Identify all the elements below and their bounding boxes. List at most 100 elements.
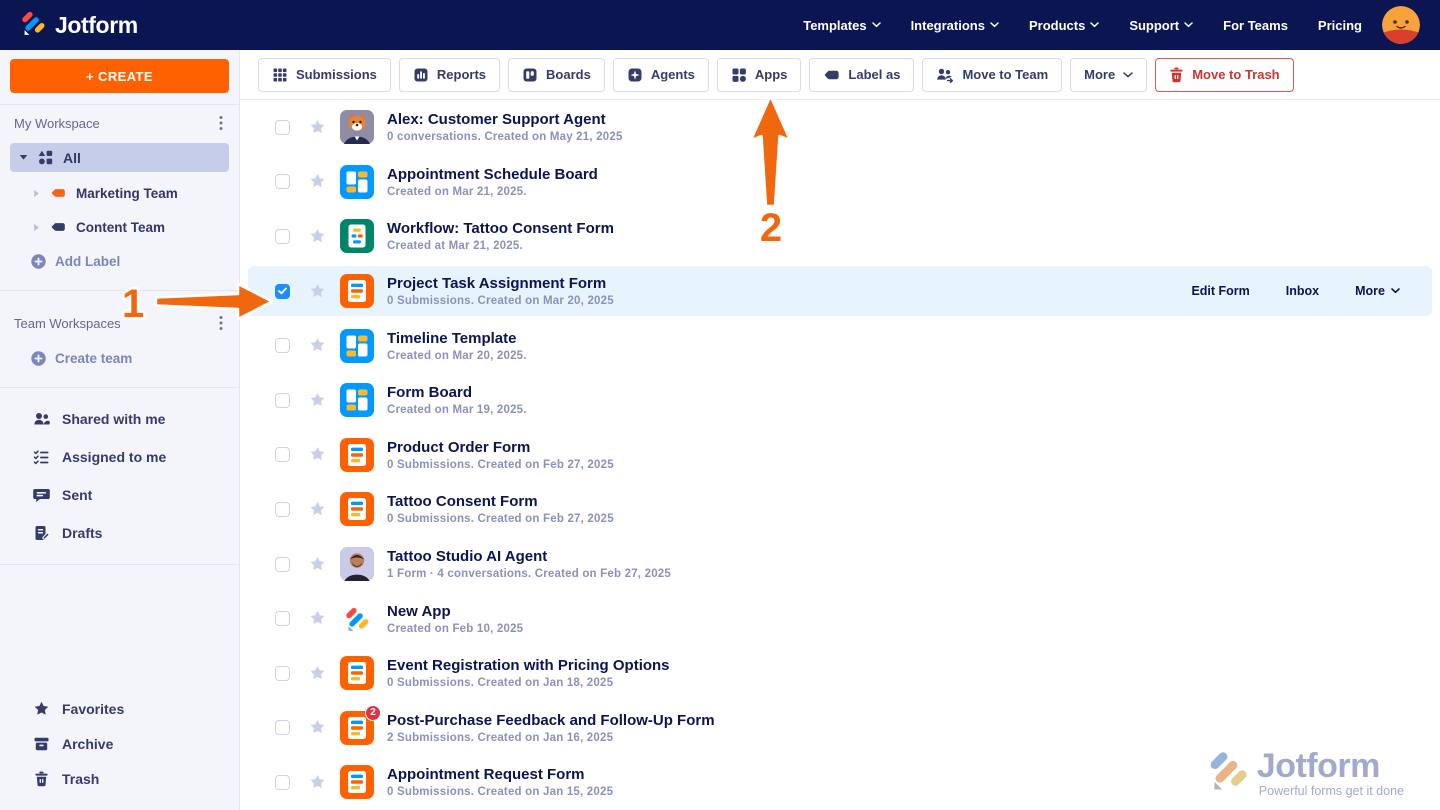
row-checkbox[interactable]: [275, 720, 290, 736]
item-text: Post-Purchase Feedback and Follow-Up For…: [387, 712, 715, 744]
sidebar-item-favorites[interactable]: Favorites: [0, 691, 239, 726]
nav-for-teams[interactable]: For Teams: [1223, 18, 1288, 33]
boards-button[interactable]: Boards: [508, 57, 605, 92]
label-as-button[interactable]: Label as: [809, 57, 915, 92]
favorite-star-icon[interactable]: [309, 719, 326, 736]
list-item[interactable]: Workflow: Tattoo Consent Form Created at…: [240, 209, 1440, 264]
add-label-button[interactable]: Add Label: [0, 244, 239, 278]
sidebar-item-label: Drafts: [62, 525, 103, 541]
create-button[interactable]: + CREATE: [10, 59, 229, 93]
watermark-tagline: Powerful forms get it done: [1258, 784, 1404, 798]
inbox-button[interactable]: Inbox: [1286, 284, 1319, 298]
favorite-star-icon[interactable]: [309, 228, 326, 245]
nav-pricing[interactable]: Pricing: [1318, 18, 1362, 33]
apps-button[interactable]: Apps: [716, 57, 802, 92]
agents-button[interactable]: Agents: [612, 57, 709, 92]
row-checkbox[interactable]: [275, 556, 290, 572]
create-team-button[interactable]: Create team: [0, 341, 239, 375]
more-button[interactable]: More: [1070, 57, 1148, 92]
user-avatar[interactable]: [1382, 6, 1420, 44]
forms-list: Alex: Customer Support Agent 0 conversat…: [240, 100, 1440, 810]
nav-products[interactable]: Products: [1029, 18, 1100, 33]
row-checkbox[interactable]: [275, 338, 290, 354]
row-checkbox[interactable]: [275, 283, 290, 299]
jotform-watermark: Jotform Powerful forms get it done: [1207, 749, 1404, 798]
sidebar-item-archive[interactable]: Archive: [0, 726, 239, 761]
sidebar-item-assigned-to-me[interactable]: Assigned to me: [0, 438, 239, 476]
sidebar-item-content-team[interactable]: Content Team: [0, 210, 239, 244]
row-checkbox[interactable]: [275, 774, 290, 790]
favorite-star-icon[interactable]: [309, 119, 326, 136]
kebab-menu-icon[interactable]: [219, 315, 223, 331]
favorite-star-icon[interactable]: [309, 610, 326, 627]
row-checkbox[interactable]: [275, 611, 290, 627]
row-checkbox[interactable]: [275, 665, 290, 681]
jotform-logo-icon: [340, 602, 374, 636]
agent-avatar-fox-icon: [340, 110, 374, 145]
jotform-logo[interactable]: Jotform: [20, 10, 138, 41]
row-checkbox[interactable]: [275, 119, 290, 135]
nav-support[interactable]: Support: [1129, 18, 1193, 33]
star-icon: [34, 701, 49, 715]
item-title: Alex: Customer Support Agent: [387, 111, 606, 129]
label-tag-icon: [51, 189, 65, 197]
favorite-star-icon[interactable]: [309, 556, 326, 573]
edit-form-button[interactable]: Edit Form: [1191, 284, 1249, 298]
list-item[interactable]: Alex: Customer Support Agent 0 conversat…: [240, 100, 1440, 155]
board-icon: [340, 328, 374, 363]
item-subtitle: 0 Submissions. Created on Feb 27, 2025: [387, 458, 614, 471]
bar-chart-icon: [414, 68, 428, 81]
caret-down-icon: [19, 155, 28, 160]
row-checkbox[interactable]: [275, 447, 290, 463]
favorite-star-icon[interactable]: [309, 392, 326, 409]
list-item[interactable]: Tattoo Consent Form 0 Submissions. Creat…: [240, 482, 1440, 537]
list-item[interactable]: Project Task Assignment Form 0 Submissio…: [240, 264, 1440, 319]
favorite-star-icon[interactable]: [309, 173, 326, 190]
sidebar-item-shared-with-me[interactable]: Shared with me: [0, 400, 239, 438]
list-item[interactable]: Tattoo Studio AI Agent 1 Form · 4 conver…: [240, 537, 1440, 592]
row-checkbox[interactable]: [275, 174, 290, 190]
sidebar-item-marketing-team[interactable]: Marketing Team: [0, 176, 239, 210]
chat-bubble-icon: [33, 489, 50, 502]
favorite-star-icon[interactable]: [309, 665, 326, 682]
sidebar-item-drafts[interactable]: Drafts: [0, 514, 239, 552]
move-to-team-button[interactable]: Move to Team: [922, 57, 1063, 92]
my-workspace-title: My Workspace: [14, 115, 100, 131]
favorite-star-icon[interactable]: [309, 283, 326, 300]
agent-sparkle-icon: [628, 68, 642, 81]
sidebar-item-sent[interactable]: Sent: [0, 476, 239, 514]
row-more-button[interactable]: More: [1355, 284, 1400, 298]
row-checkbox[interactable]: [275, 501, 290, 517]
list-item[interactable]: Timeline Template Created on Mar 20, 202…: [240, 318, 1440, 373]
favorite-star-icon[interactable]: [309, 774, 326, 791]
favorite-star-icon[interactable]: [309, 446, 326, 463]
nav-integrations[interactable]: Integrations: [911, 18, 999, 33]
move-to-trash-button[interactable]: Move to Trash: [1155, 57, 1294, 92]
item-title: New App: [387, 602, 451, 620]
item-subtitle: 0 Submissions. Created on Jan 18, 2025: [387, 677, 614, 690]
board-icon: [340, 383, 374, 418]
submissions-button[interactable]: Submissions: [258, 57, 391, 92]
kebab-menu-icon[interactable]: [219, 115, 223, 131]
favorite-star-icon[interactable]: [309, 501, 326, 518]
favorite-star-icon[interactable]: [309, 337, 326, 354]
top-nav-links: Templates Integrations Products Support …: [803, 18, 1362, 33]
sidebar-item-trash[interactable]: Trash: [0, 761, 239, 796]
list-item[interactable]: Product Order Form 0 Submissions. Create…: [240, 428, 1440, 483]
list-item[interactable]: Form Board Created on Mar 19, 2025.: [240, 373, 1440, 428]
row-checkbox[interactable]: [275, 392, 290, 408]
nav-templates[interactable]: Templates: [803, 18, 881, 33]
reports-button[interactable]: Reports: [398, 57, 501, 92]
list-item[interactable]: Appointment Schedule Board Created on Ma…: [240, 155, 1440, 210]
form-icon: [340, 437, 374, 472]
item-title: Product Order Form: [387, 438, 531, 456]
list-item[interactable]: New App Created on Feb 10, 2025: [240, 591, 1440, 646]
sidebar-item-label: Sent: [62, 487, 93, 503]
trash-icon: [35, 771, 48, 786]
label-tag-icon: [51, 223, 65, 231]
list-item[interactable]: Event Registration with Pricing Options …: [240, 646, 1440, 701]
sidebar-bottom-links: Favorites Archive Trash: [0, 679, 239, 810]
sidebar-item-all[interactable]: All: [10, 143, 229, 172]
item-title: Workflow: Tattoo Consent Form: [387, 220, 614, 238]
row-checkbox[interactable]: [275, 228, 290, 244]
